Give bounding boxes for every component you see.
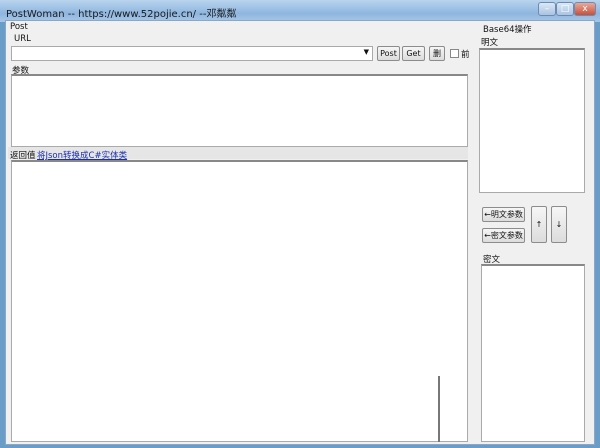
url-label: URL <box>14 34 31 44</box>
minimize-button[interactable]: – <box>538 2 556 16</box>
delete-button[interactable]: 删 <box>429 46 445 61</box>
main-window: Post URL ▼ Post Get 删 前 参数 返回值 将Json转换成C… <box>5 20 595 445</box>
base64-group-label: Base64操作 <box>483 25 532 35</box>
to-plain-button[interactable]: ←明文参数 <box>482 207 525 222</box>
title-bar: PostWoman -- https://www.52pojie.cn/ --邓… <box>0 0 600 22</box>
chevron-down-icon[interactable]: ▼ <box>364 48 369 56</box>
front-checkbox-label: 前 <box>461 50 470 60</box>
down-arrow-button[interactable]: ↓ <box>551 206 567 243</box>
front-checkbox[interactable] <box>450 49 459 58</box>
post-button[interactable]: Post <box>377 46 400 61</box>
splitter <box>438 376 440 442</box>
maximize-button[interactable]: □ <box>556 2 574 16</box>
plain-label: 明文 <box>481 38 499 48</box>
to-cipher-button[interactable]: ←密文参数 <box>482 228 525 243</box>
up-arrow-button[interactable]: ↑ <box>531 206 547 243</box>
url-combobox[interactable]: ▼ <box>11 46 373 61</box>
window-title: PostWoman -- https://www.52pojie.cn/ --邓… <box>6 9 237 20</box>
params-textarea[interactable] <box>11 74 468 147</box>
plain-textarea[interactable] <box>479 48 585 193</box>
get-button[interactable]: Get <box>402 46 425 61</box>
close-button[interactable]: x <box>574 2 596 16</box>
post-group-label: Post <box>10 22 28 32</box>
response-textarea[interactable] <box>11 160 468 442</box>
cipher-textarea[interactable] <box>481 264 585 442</box>
